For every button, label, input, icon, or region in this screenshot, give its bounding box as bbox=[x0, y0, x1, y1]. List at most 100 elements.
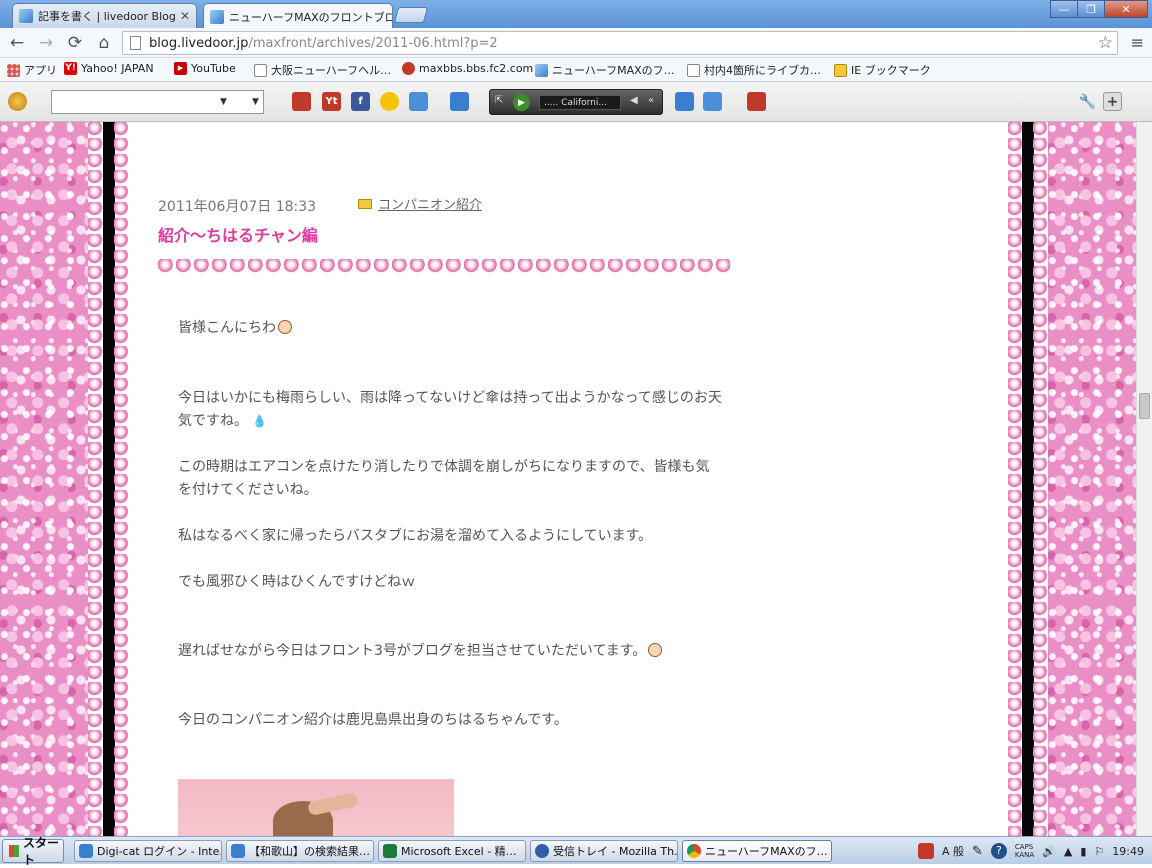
show-hidden-icon[interactable]: ▲ bbox=[1064, 845, 1072, 858]
weather-icon[interactable] bbox=[8, 92, 27, 111]
post-date: 2011年06月07日 18:33 bbox=[158, 199, 317, 215]
task-label: 【和歌山】の検索結果… bbox=[249, 845, 370, 858]
tab-title: ニューハーフMAXのフロントブロ bbox=[229, 10, 393, 24]
task-label: Digi-cat ログイン - Inte… bbox=[97, 845, 222, 858]
bookmark-maxbbs[interactable]: maxbbs.bbs.fc2.com bbox=[402, 62, 533, 75]
bookmark-yahoo[interactable]: Y! Yahoo! JAPAN bbox=[64, 62, 154, 75]
smiley-icon[interactable] bbox=[380, 92, 399, 111]
toolbar-search-input[interactable]: ▼ ▼ bbox=[51, 90, 264, 114]
taskbar-item-chrome[interactable]: ニューハーフMAXのフ… bbox=[682, 840, 832, 862]
browser-chrome: 記事を書く | livedoor Blog ✕ ニューハーフMAXのフロントブロ… bbox=[0, 0, 1152, 122]
tab-strip: 記事を書く | livedoor Blog ✕ ニューハーフMAXのフロントブロ… bbox=[0, 0, 1152, 29]
volume-icon[interactable]: 🔊 bbox=[1042, 845, 1056, 858]
bookmark-label: 村内4箇所にライブカ… bbox=[704, 64, 821, 77]
chrome-menu-icon[interactable]: ≡ bbox=[1131, 33, 1144, 52]
gift-icon[interactable] bbox=[747, 92, 766, 111]
bookmark-live-camera[interactable]: 村内4箇所にライブカ… bbox=[687, 62, 821, 78]
post-category[interactable]: コンパニオン紹介 bbox=[358, 194, 482, 213]
bookmark-ie-folder[interactable]: IE ブックマーク bbox=[834, 62, 931, 78]
companion-photo[interactable] bbox=[178, 779, 454, 836]
start-label: スタート bbox=[23, 836, 60, 867]
games-icon[interactable] bbox=[409, 92, 428, 111]
clock[interactable]: 19:49 bbox=[1112, 845, 1144, 858]
add-icon[interactable]: + bbox=[1103, 92, 1122, 111]
help-icon[interactable]: ? bbox=[990, 843, 1007, 859]
page-icon bbox=[130, 36, 141, 50]
bookmark-osaka[interactable]: 大阪ニューハーフヘル… bbox=[254, 62, 391, 78]
facebook-icon[interactable]: f bbox=[351, 92, 370, 111]
taskbar-item-excel[interactable]: Microsoft Excel - 精… bbox=[378, 840, 526, 862]
tv-icon[interactable] bbox=[450, 92, 469, 111]
pen-icon[interactable]: ✎ bbox=[972, 844, 983, 859]
flag-icon[interactable]: ⚐ bbox=[1094, 845, 1104, 858]
play-button[interactable]: ▶ bbox=[513, 94, 530, 111]
wrench-icon[interactable]: 🔧 bbox=[1078, 92, 1097, 111]
scrollbar-thumb[interactable] bbox=[1139, 393, 1150, 419]
taskbar-item-search[interactable]: 【和歌山】の検索結果… bbox=[226, 840, 374, 862]
raindrops-icon: 💧 bbox=[252, 414, 267, 428]
navigation-bar: ← → ⟳ ⌂ blog.livedoor.jp/maxfront/archiv… bbox=[0, 28, 1152, 58]
laughing-face-icon bbox=[278, 320, 292, 334]
post-title[interactable]: 紹介〜ちはるチャン編 bbox=[158, 222, 318, 246]
back-button[interactable]: ← bbox=[6, 32, 28, 54]
ie-icon bbox=[79, 844, 93, 858]
mute-button[interactable]: ◀ bbox=[630, 95, 638, 106]
keyboard-state: CAPS KANA bbox=[1015, 843, 1034, 859]
url-path: /maxfront/archives/2011-06.html?p=2 bbox=[248, 35, 498, 51]
category-link[interactable]: コンパニオン紹介 bbox=[378, 194, 482, 213]
task-label: ニューハーフMAXのフ… bbox=[705, 845, 828, 858]
reload-button[interactable]: ⟳ bbox=[64, 32, 86, 54]
bookmark-youtube[interactable]: ▶ YouTube bbox=[174, 62, 236, 75]
folder-icon bbox=[358, 198, 372, 209]
chevron-down-icon[interactable]: ▼ bbox=[220, 97, 227, 107]
minimize-button[interactable]: — bbox=[1050, 0, 1078, 18]
maximize-button[interactable]: ❐ bbox=[1077, 0, 1105, 18]
livedoor-icon bbox=[535, 63, 548, 77]
page-scrollbar[interactable] bbox=[1136, 122, 1152, 836]
bookmark-label: maxbbs.bbs.fc2.com bbox=[419, 62, 534, 75]
fc2-icon bbox=[402, 62, 415, 75]
tab-blog-editor[interactable]: 記事を書く | livedoor Blog ✕ bbox=[12, 3, 197, 28]
close-window-button[interactable]: ✕ bbox=[1104, 0, 1148, 18]
extension-toolbar: ▼ ▼ Yt f ⇱ ▶ ..... Californi... ◀ « 🔧 + bbox=[0, 82, 1152, 122]
bookmark-label: YouTube bbox=[191, 62, 236, 75]
pearl-divider bbox=[158, 259, 730, 275]
home-button[interactable]: ⌂ bbox=[93, 32, 115, 54]
station-select[interactable]: ..... Californi... bbox=[539, 95, 621, 110]
tray-app-icon[interactable] bbox=[917, 843, 934, 859]
gift-icon[interactable] bbox=[292, 92, 311, 111]
post-paragraph: でも風邪ひく時はひくんですけどねｗ bbox=[178, 574, 416, 590]
network-icon[interactable]: ▮ bbox=[1080, 845, 1086, 858]
url-host: blog.livedoor.jp bbox=[149, 35, 249, 51]
bookmark-label: Yahoo! JAPAN bbox=[81, 62, 154, 75]
thunderbird-icon bbox=[535, 844, 549, 858]
taskbar-item-thunderbird[interactable]: 受信トレイ - Mozilla Th… bbox=[530, 840, 678, 862]
post-paragraph: 皆様こんにちわ bbox=[178, 317, 723, 340]
popout-icon[interactable]: ⇱ bbox=[495, 95, 503, 106]
prev-button[interactable]: « bbox=[648, 95, 654, 106]
address-bar[interactable]: blog.livedoor.jp/maxfront/archives/2011-… bbox=[122, 31, 1118, 55]
chat-icon[interactable] bbox=[675, 92, 694, 111]
post-paragraph: 今日のコンパニオン紹介は鹿児島県出身のちはるちゃんです。 bbox=[178, 712, 568, 728]
post-paragraph: 今日はいかにも梅雨らしい、雨は降ってないけど傘は持って出ようかなって感じのお天気… bbox=[178, 387, 723, 433]
tab-maxfront[interactable]: ニューハーフMAXのフロントブロ bbox=[203, 3, 393, 29]
bookmark-star-icon[interactable]: ☆ bbox=[1098, 33, 1113, 53]
taskbar-item-digicat[interactable]: Digi-cat ログイン - Inte… bbox=[74, 840, 222, 862]
youtube-icon[interactable]: Yt bbox=[322, 92, 341, 111]
photo-icon[interactable] bbox=[703, 92, 722, 111]
apps-grid-icon bbox=[7, 63, 20, 77]
caps-label: CAPS bbox=[1014, 843, 1034, 851]
new-tab-button[interactable] bbox=[393, 7, 429, 23]
bookmark-label: アプリ bbox=[24, 64, 57, 77]
post-paragraph: この時期はエアコンを点けたり消したりで体調を崩しがちになりますので、皆様も気を付… bbox=[178, 459, 710, 498]
post-paragraph: 遅ればせながら今日はフロント3号がブログを担当させていただいてます。 bbox=[178, 640, 723, 663]
forward-button[interactable]: → bbox=[35, 32, 57, 54]
bookmark-apps[interactable]: アプリ bbox=[7, 62, 57, 78]
bookmark-label: ニューハーフMAXのフ… bbox=[552, 64, 675, 77]
close-tab-icon[interactable]: ✕ bbox=[180, 9, 190, 23]
bookmark-maxfront[interactable]: ニューハーフMAXのフ… bbox=[535, 62, 675, 78]
ime-indicator[interactable]: A 般 bbox=[942, 843, 964, 859]
chevron-down-icon[interactable]: ▼ bbox=[252, 97, 259, 107]
start-button[interactable]: スタート bbox=[2, 836, 64, 867]
livedoor-icon bbox=[19, 9, 33, 23]
